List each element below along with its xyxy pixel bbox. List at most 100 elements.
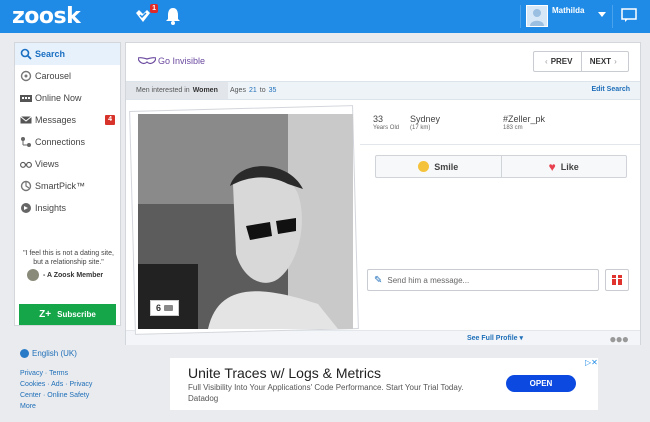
language-label: English (UK) — [32, 349, 77, 358]
footer-link-online-safety[interactable]: Online Safety — [47, 392, 89, 399]
city-value: Sydney — [410, 114, 441, 124]
carousel-icon — [20, 70, 32, 82]
subscribe-label: Subscribe — [57, 310, 96, 319]
age-max: 35 — [268, 87, 277, 94]
footer-links: Privacy · Terms Cookies · Ads · Privacy … — [20, 370, 93, 410]
gift-icon — [612, 275, 622, 285]
testimonial-author: - A Zoosk Member — [27, 269, 103, 281]
user-name[interactable]: Mathilda — [552, 6, 584, 15]
gender-filter-value: Women — [192, 87, 218, 94]
sidebar-item-connections[interactable]: Connections — [15, 131, 120, 153]
sidebar-item-online-now[interactable]: Online Now — [15, 87, 120, 109]
search-filter-bar: Men interested in Women Ages 21 to 35 Ed… — [126, 81, 640, 100]
heart-icon: ♥ — [548, 159, 556, 174]
footer-link-terms[interactable]: Terms — [49, 370, 68, 377]
ad-title[interactable]: Unite Traces w/ Logs & Metrics — [188, 365, 381, 381]
pencil-icon: ✎ — [374, 274, 383, 286]
like-button[interactable]: ♥ Like — [500, 156, 627, 177]
photo-count-value: 6 — [156, 303, 162, 313]
prev-button[interactable]: ‹ PREV — [534, 52, 581, 71]
age-min: 21 — [248, 87, 257, 94]
sidebar-item-label: SmartPick™ — [35, 181, 86, 191]
stats-divider — [360, 144, 640, 145]
sidebar-item-label: Views — [35, 159, 59, 169]
smile-label: Smile — [434, 161, 459, 172]
advertisement[interactable]: Unite Traces w/ Logs & Metrics Full Visi… — [170, 358, 598, 410]
username-value: #Zeller_pk — [503, 114, 546, 124]
message-input[interactable]: ✎ Send him a message... — [367, 269, 599, 291]
glasses-icon — [20, 161, 32, 168]
chat-icon[interactable] — [621, 7, 641, 27]
globe-icon — [20, 349, 29, 358]
connections-icon — [21, 137, 31, 147]
sidebar-item-label: Carousel — [35, 71, 72, 81]
chevron-right-icon: › — [614, 57, 617, 66]
prev-label: PREV — [550, 57, 573, 66]
sidebar-item-label: Search — [35, 49, 66, 59]
more-options-icon[interactable]: ●●● — [609, 332, 629, 346]
profile-age: 33 Years Old — [373, 114, 399, 131]
see-full-profile-link[interactable]: See Full Profile ▾ — [467, 334, 523, 342]
sidebar-item-label: Online Now — [35, 93, 82, 103]
height-value: 183 cm — [503, 125, 523, 131]
sidebar-item-views[interactable]: Views — [15, 153, 120, 175]
notifications-icon[interactable]: 1 — [134, 4, 158, 27]
gender-filter[interactable]: Men interested in Women — [126, 82, 228, 99]
gift-button[interactable] — [605, 269, 629, 291]
language-selector[interactable]: English (UK) — [20, 349, 77, 358]
photo-count-badge[interactable]: 6 — [150, 300, 180, 316]
footer-link-more[interactable]: More — [20, 403, 36, 410]
bell-icon[interactable] — [165, 7, 185, 27]
ad-description: Full Visibility Into Your Applications' … — [188, 383, 464, 392]
message-placeholder: Send him a message... — [387, 275, 470, 285]
ad-close-icon[interactable]: ▷✕ — [585, 358, 598, 367]
footer-link-privacy[interactable]: Privacy — [20, 370, 43, 377]
smartpick-icon — [20, 180, 32, 192]
topbar-divider — [612, 5, 613, 28]
sidebar-item-search[interactable]: Search — [15, 43, 120, 65]
distance-value: (17 km) — [410, 125, 431, 131]
sidebar-item-smartpick[interactable]: SmartPick™ — [15, 175, 120, 197]
top-navigation-bar: zoosk 1 Mathilda — [0, 0, 650, 33]
edit-search-link[interactable]: Edit Search — [591, 86, 630, 93]
chevron-left-icon: ‹ — [545, 57, 548, 66]
age-to: to — [259, 87, 266, 94]
testimonial-author-label: - A Zoosk Member — [43, 271, 104, 279]
footer-link-ads[interactable]: Ads — [51, 381, 63, 388]
ad-open-button[interactable]: OPEN — [506, 375, 576, 392]
go-invisible-toggle[interactable]: Go Invisible — [138, 56, 205, 66]
smile-button[interactable]: Smile — [376, 156, 501, 177]
gender-filter-prefix: Men interested in — [136, 87, 190, 94]
search-icon — [20, 48, 32, 60]
sidebar-item-label: Insights — [35, 203, 67, 213]
next-label: NEXT — [589, 57, 612, 66]
zoosk-logo[interactable]: zoosk — [12, 4, 81, 29]
profile-identity: #Zeller_pk 183 cm — [503, 114, 545, 131]
footer-link-cookies[interactable]: Cookies — [20, 381, 45, 388]
profile-pager: ‹ PREV NEXT › — [533, 51, 629, 72]
subscribe-button[interactable]: Z+ Subscribe — [19, 304, 116, 325]
profile-actions: Smile ♥ Like — [375, 155, 627, 178]
profile-location: Sydney (17 km) — [410, 114, 440, 131]
sidebar-item-insights[interactable]: Insights — [15, 197, 120, 219]
age-label: Years Old — [373, 125, 400, 131]
user-menu-chevron-down-icon[interactable] — [598, 12, 606, 17]
notification-badge: 1 — [150, 4, 158, 13]
insights-icon — [21, 203, 31, 213]
user-avatar[interactable] — [526, 5, 548, 27]
go-invisible-label: Go Invisible — [158, 56, 206, 66]
messages-count-badge: 4 — [105, 115, 115, 125]
ad-source: Datadog — [188, 394, 219, 403]
next-button[interactable]: NEXT › — [580, 52, 629, 71]
sidebar-item-messages[interactable]: Messages 4 — [15, 109, 120, 131]
age-filter-label: Ages — [230, 87, 246, 94]
sidebar-item-carousel[interactable]: Carousel — [15, 65, 120, 87]
mask-icon — [138, 57, 156, 64]
age-filter[interactable]: Ages 21 to 35 — [230, 82, 279, 99]
member-testimonial-quote: "I feel this is not a dating site, but a… — [23, 250, 114, 266]
see-full-profile-label: See Full Profile — [467, 335, 518, 342]
age-value: 33 — [373, 114, 384, 124]
camera-icon — [164, 305, 174, 311]
envelope-icon — [20, 116, 32, 124]
profile-photo[interactable] — [138, 114, 353, 329]
